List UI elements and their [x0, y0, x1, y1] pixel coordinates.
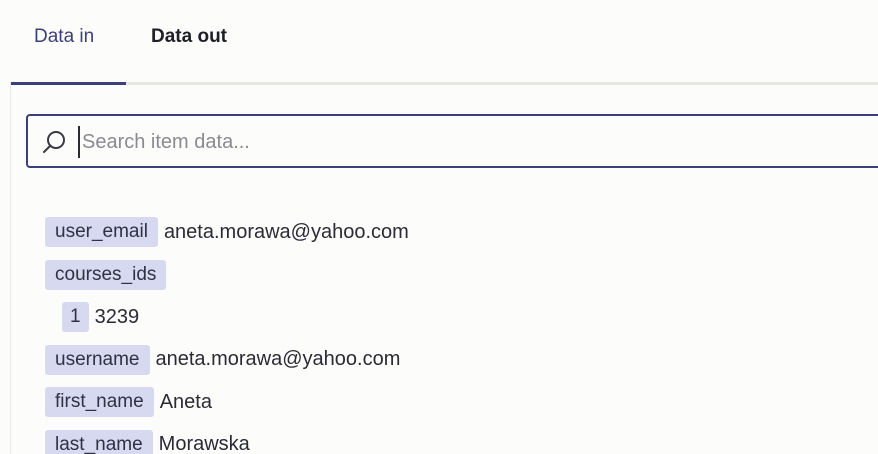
tab-data-in-label: Data in: [34, 26, 95, 47]
field-value: 3239: [94, 305, 140, 328]
tab-data-out[interactable]: Data out: [151, 26, 227, 48]
search-icon: [41, 129, 67, 155]
tab-bar: Data in Data out: [10, 0, 878, 85]
field-value: aneta.morawa@yahoo.com: [163, 220, 409, 243]
search-box[interactable]: [26, 114, 878, 168]
field-row-user-email: user_email aneta.morawa@yahoo.com: [45, 211, 409, 254]
field-row-courses-ids-1: 1 3239: [45, 296, 409, 339]
tab-data-in[interactable]: Data in: [34, 26, 94, 48]
field-row-first-name: first_name Aneta: [45, 381, 409, 424]
field-row-courses-ids: courses_ids: [45, 254, 409, 297]
field-key: first_name: [45, 387, 154, 418]
field-value: Aneta: [159, 390, 212, 413]
tab-data-out-label: Data out: [151, 26, 227, 47]
field-row-username: username aneta.morawa@yahoo.com: [45, 339, 409, 382]
field-key: last_name: [45, 429, 153, 454]
field-key-index: 1: [62, 302, 89, 333]
field-key: courses_ids: [45, 259, 167, 290]
panel-divider: [10, 82, 11, 454]
data-panel: Data in Data out user_email aneta.morawa…: [0, 0, 878, 454]
active-tab-indicator: [10, 82, 126, 85]
field-row-last-name: last_name Morawska: [45, 424, 409, 454]
field-value: aneta.morawa@yahoo.com: [155, 348, 401, 371]
item-data-list: user_email aneta.morawa@yahoo.com course…: [45, 211, 409, 454]
field-key: username: [45, 344, 150, 375]
field-key: user_email: [45, 217, 158, 248]
field-value: Morawska: [158, 433, 250, 454]
search-input[interactable]: [78, 126, 844, 158]
